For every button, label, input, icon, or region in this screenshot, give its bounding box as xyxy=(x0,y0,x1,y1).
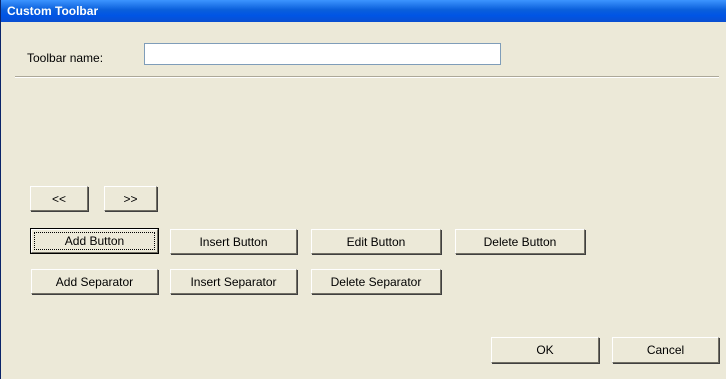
add-separator-button-label: Add Separator xyxy=(55,274,134,289)
insert-separator-button[interactable]: Insert Separator xyxy=(170,269,297,294)
insert-button[interactable]: Insert Button xyxy=(170,229,297,254)
add-button[interactable]: Add Button xyxy=(30,228,159,254)
previous-button[interactable]: << xyxy=(30,186,88,211)
delete-button[interactable]: Delete Button xyxy=(455,229,585,254)
custom-toolbar-dialog: Custom Toolbar Toolbar name: << >> Add B… xyxy=(0,0,726,379)
insert-button-label: Insert Button xyxy=(199,234,268,249)
insert-separator-button-label: Insert Separator xyxy=(190,274,277,289)
delete-button-label: Delete Button xyxy=(483,234,557,249)
next-button[interactable]: >> xyxy=(104,186,157,211)
toolbar-name-label: Toolbar name: xyxy=(27,51,104,65)
cancel-button[interactable]: Cancel xyxy=(612,337,719,363)
ok-button[interactable]: OK xyxy=(491,337,599,363)
next-button-label: >> xyxy=(123,191,138,206)
delete-separator-button[interactable]: Delete Separator xyxy=(311,269,441,294)
delete-separator-button-label: Delete Separator xyxy=(330,274,422,289)
add-button-label: Add Button xyxy=(34,232,155,250)
separator-line xyxy=(15,76,719,78)
add-separator-button[interactable]: Add Separator xyxy=(31,269,158,294)
edit-button-label: Edit Button xyxy=(346,234,406,249)
edit-button[interactable]: Edit Button xyxy=(311,229,441,254)
title-bar[interactable]: Custom Toolbar xyxy=(1,0,726,22)
ok-button-label: OK xyxy=(536,343,554,357)
window-title: Custom Toolbar xyxy=(7,4,99,18)
cancel-button-label: Cancel xyxy=(646,343,685,357)
toolbar-name-input[interactable] xyxy=(144,43,501,65)
previous-button-label: << xyxy=(51,191,66,206)
